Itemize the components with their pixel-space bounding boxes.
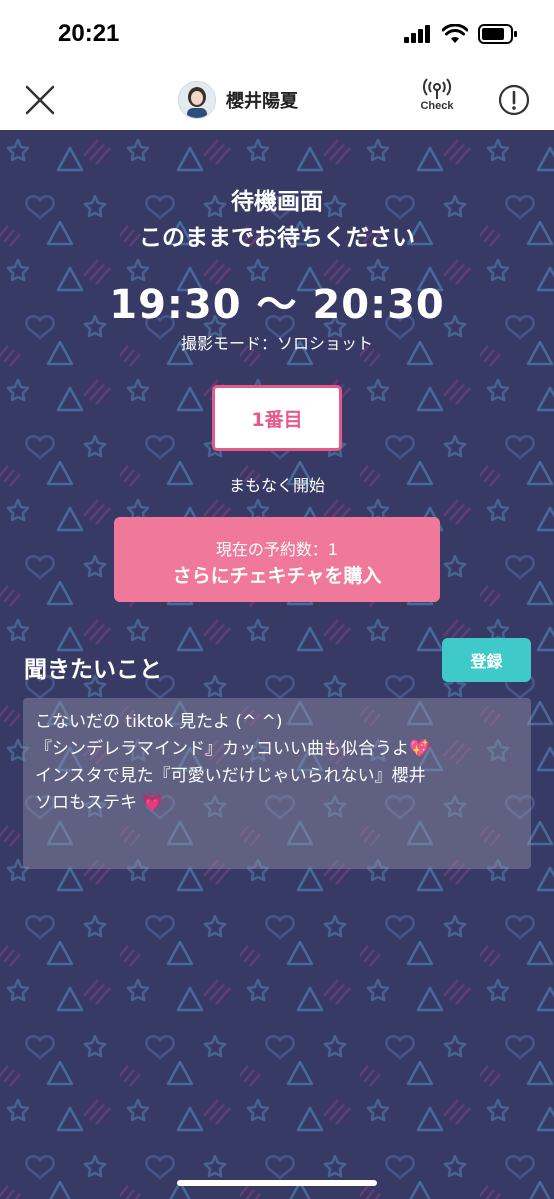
waiting-subheading: このままでお待ちください bbox=[139, 225, 415, 251]
performer-name: 櫻井陽夏 bbox=[226, 91, 298, 112]
question-line: 『シンデレラマインド』カッコいい曲も似合うよ💖 bbox=[35, 739, 431, 759]
cellular-signal-icon bbox=[404, 25, 430, 43]
question-textarea[interactable]: こないだの tiktok 見たよ (^ ^) 『シンデレラマインド』カッコいい曲… bbox=[23, 698, 531, 869]
nav-title: 櫻井陽夏 bbox=[178, 80, 298, 120]
question-title: 聞きたいこと bbox=[24, 657, 162, 683]
status-bar: 20:21 bbox=[0, 0, 554, 72]
check-label: Check bbox=[420, 100, 454, 112]
question-line: ソロもステキ 💗 bbox=[35, 793, 164, 813]
time-range: 19:30 〜 20:30 bbox=[109, 282, 445, 328]
waiting-heading: 待機画面 bbox=[231, 189, 323, 215]
info-icon bbox=[498, 84, 530, 116]
waiting-screen: 待機画面 このままでお待ちください 19:30 〜 20:30 撮影モード：ソロ… bbox=[0, 130, 554, 1199]
reservation-count: 現在の予約数：1 bbox=[215, 540, 339, 559]
buy-more-button[interactable]: 現在の予約数：1 さらにチェキチャを購入 bbox=[114, 517, 440, 602]
shooting-mode: 撮影モード：ソロショット bbox=[180, 334, 373, 353]
avatar bbox=[178, 81, 216, 119]
queue-position: 1番目 bbox=[212, 385, 342, 451]
status-icons bbox=[404, 24, 518, 44]
question-line: こないだの tiktok 見たよ (^ ^) bbox=[35, 712, 283, 732]
nav-bar: 櫻井陽夏 Check bbox=[0, 72, 554, 130]
broadcast-icon bbox=[423, 78, 451, 99]
close-button[interactable] bbox=[22, 82, 58, 118]
register-button[interactable]: 登録 bbox=[442, 638, 531, 682]
status-time: 20:21 bbox=[58, 20, 120, 47]
info-button[interactable] bbox=[498, 84, 530, 116]
battery-icon bbox=[478, 24, 517, 44]
home-indicator[interactable] bbox=[177, 1180, 377, 1186]
close-icon bbox=[25, 85, 55, 115]
check-button[interactable]: Check bbox=[414, 78, 460, 124]
question-line: インスタで見た『可愛いだけじゃいられない』櫻井 bbox=[35, 766, 426, 786]
buy-more-label: さらにチェキチャを購入 bbox=[172, 565, 382, 587]
wifi-icon bbox=[442, 24, 468, 43]
start-status: まもなく開始 bbox=[228, 476, 325, 495]
waiting-content: 待機画面 このままでお待ちください 19:30 〜 20:30 撮影モード：ソロ… bbox=[0, 130, 554, 1199]
